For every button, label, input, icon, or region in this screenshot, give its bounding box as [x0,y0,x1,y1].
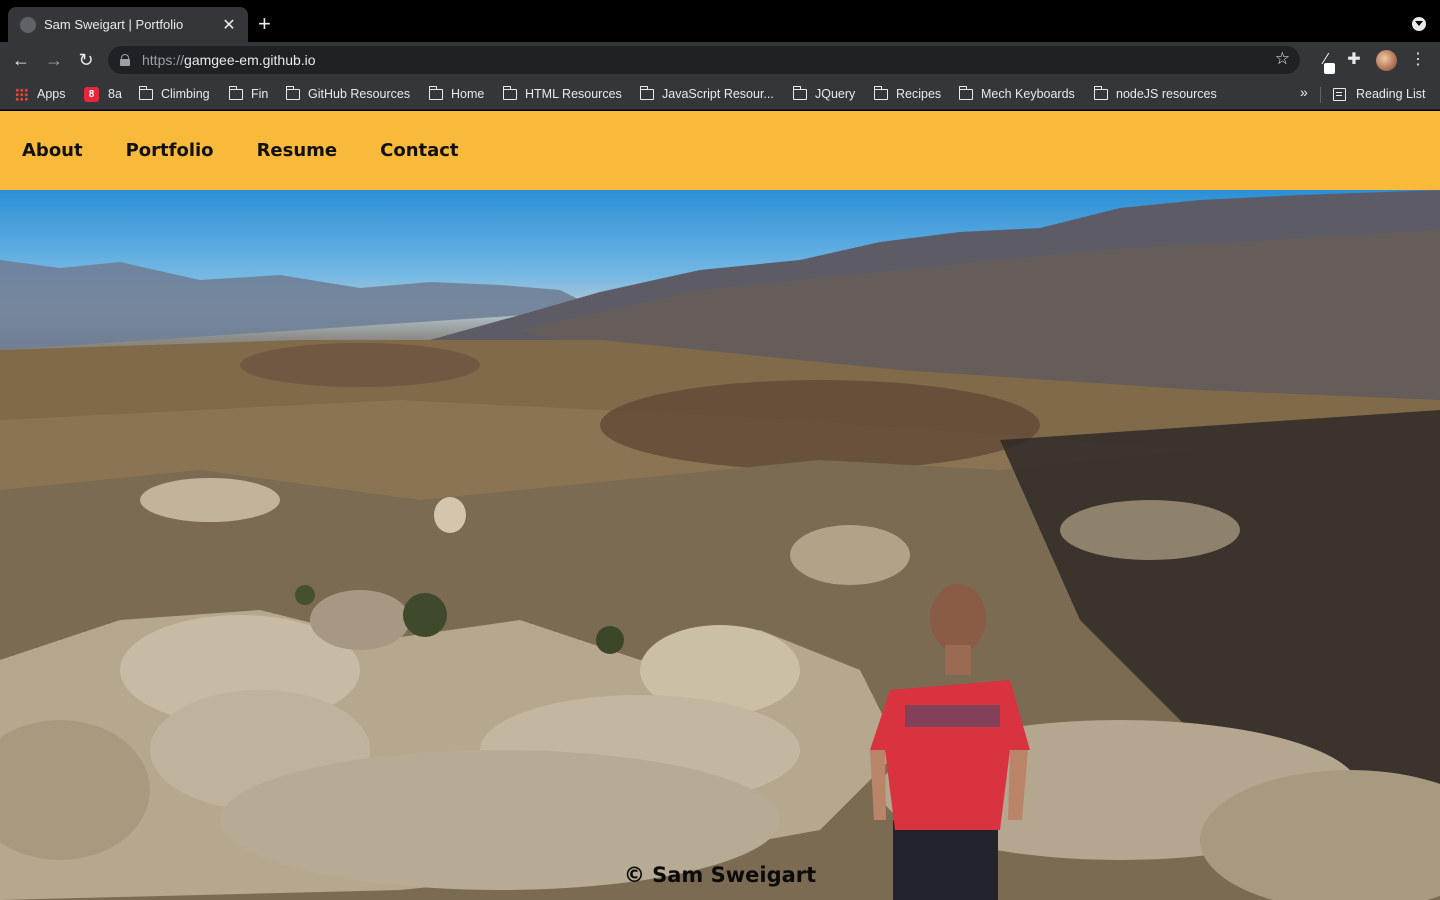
nav-link-resume[interactable]: Resume [257,140,338,161]
bookmark-apps[interactable]: Apps [15,86,66,102]
reading-list-button[interactable]: Reading List [1333,86,1426,102]
bookmark-folder[interactable]: nodeJS resources [1094,85,1217,102]
folder-icon [286,85,300,100]
bookmark-folder[interactable]: Mech Keyboards [959,85,1075,102]
site-nav: About Portfolio Resume Contact [0,111,1440,190]
bookmark-folder[interactable]: Climbing [139,85,210,102]
landscape-illustration [0,190,1440,900]
tab-title: Sam Sweigart | Portfolio [44,17,184,32]
folder-icon [1094,85,1108,100]
tab-strip: Sam Sweigart | Portfolio ✕ + [0,0,1440,42]
browser-toolbar: ← → ↻ https://gamgee-em.github.io ☆ ⁄ ✚ … [0,42,1440,78]
person-legs [893,820,998,900]
reading-list-icon [1333,87,1346,101]
bookmark-folder[interactable]: Recipes [874,85,941,102]
tab-search-icon[interactable] [1412,17,1426,31]
browser-tab[interactable]: Sam Sweigart | Portfolio ✕ [8,7,248,42]
apps-grid-icon [15,87,28,101]
bookmark-folder[interactable]: JQuery [793,85,855,102]
bookmark-8a[interactable]: 8 8a [84,86,122,102]
back-arrow-icon[interactable]: ← [9,48,33,72]
bookmark-folder[interactable]: JavaScript Resour... [640,85,774,102]
folder-icon [959,85,973,100]
puzzle-extensions-icon[interactable]: ✚ [1342,48,1366,72]
close-icon[interactable]: ✕ [220,15,238,35]
bookmark-folder[interactable]: Home [429,85,484,102]
bookmark-folder[interactable]: Fin [229,85,268,102]
profile-avatar[interactable] [1376,50,1397,71]
nav-link-contact[interactable]: Contact [380,140,458,161]
bookmark-folder[interactable]: GitHub Resources [286,85,410,102]
folder-icon [503,85,517,100]
extension-badge-icon [1324,63,1335,74]
folder-icon [429,85,443,100]
copyright-footer: © Sam Sweigart [623,863,817,887]
url-text: https://gamgee-em.github.io [142,52,316,68]
nav-link-about[interactable]: About [22,140,83,161]
lock-icon [120,54,130,66]
address-bar[interactable]: https://gamgee-em.github.io ☆ [108,46,1300,74]
reload-icon[interactable]: ↻ [74,48,98,72]
divider [1320,87,1321,103]
forward-arrow-icon[interactable]: → [42,48,66,72]
folder-icon [640,85,654,100]
globe-icon [20,16,36,33]
bookmarks-bar: Apps 8 8a Climbing Fin GitHub Resources … [0,78,1440,110]
folder-icon [793,85,807,100]
new-tab-button[interactable]: + [258,12,271,36]
hero-landscape-photo [0,190,1440,900]
8a-logo-icon: 8 [84,86,99,102]
kebab-menu-icon[interactable]: ⋮ [1406,48,1430,72]
folder-icon [229,85,243,100]
more-bookmarks-chevron-icon[interactable]: » [1300,84,1308,100]
folder-icon [139,85,153,100]
bookmark-folder[interactable]: HTML Resources [503,85,622,102]
folder-icon [874,85,888,100]
bookmark-star-icon[interactable]: ☆ [1275,49,1290,69]
nav-link-portfolio[interactable]: Portfolio [126,140,214,161]
